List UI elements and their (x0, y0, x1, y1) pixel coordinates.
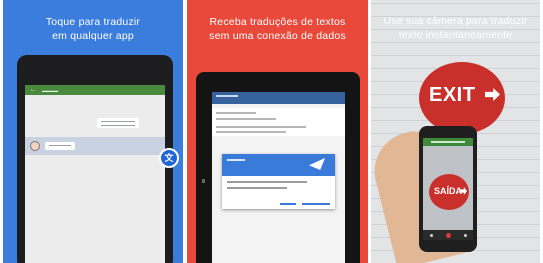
exit-sign: EXIT (419, 62, 505, 134)
arrow-right-icon (485, 88, 500, 101)
translate-icon[interactable]: 文 (159, 148, 179, 168)
chat-app-bar: ← ▬▬▬▬ (25, 85, 165, 95)
avatar (30, 141, 40, 151)
camera-shutter-icon[interactable] (445, 232, 451, 238)
tablet-device: ← ▬▬▬▬ 文 (17, 55, 179, 263)
flash-icon[interactable] (463, 233, 467, 237)
translated-sign-text: SAÍDA (434, 186, 463, 196)
caption-line-1: Receba traduções de textos (209, 16, 346, 28)
gallery-icon[interactable] (429, 233, 433, 237)
panel-camera-translation: Use sua câmera para traduzir texto insta… (371, 0, 540, 263)
dialog-text (227, 187, 287, 189)
translated-sign: SAÍDA (429, 174, 469, 210)
tablet-screen: ← ▬▬▬▬ (25, 85, 165, 263)
phone-device: SAÍDA (419, 126, 477, 252)
contact-name: ▬▬▬▬ (42, 87, 58, 93)
sent-message-bubble (97, 118, 139, 128)
received-message-bubble (45, 142, 75, 150)
exit-sign-text: EXIT (429, 84, 476, 106)
panel-caption: Toque para traduzir em qualquer app (3, 15, 183, 43)
translate-app-bar (212, 92, 345, 104)
dialog-header (222, 154, 335, 176)
panel-caption: Use sua câmera para traduzir texto insta… (371, 14, 540, 42)
dialog-download-button[interactable] (302, 203, 330, 205)
selected-message-row[interactable] (25, 137, 165, 155)
panel-offline-translation: Receba traduções de textos sem uma conex… (187, 0, 368, 263)
caption-line-2: sem uma conexão de dados (209, 30, 346, 42)
promo-strip: Toque para traduzir em qualquer app ← ▬▬… (0, 0, 543, 263)
language-card[interactable] (212, 108, 345, 136)
tablet-screen (212, 92, 345, 263)
tablet-device (196, 72, 360, 263)
hardware-button (202, 179, 205, 183)
dialog-text (227, 181, 307, 183)
caption-line-1: Toque para traduzir (45, 16, 141, 28)
dialog-cancel-button[interactable] (280, 203, 296, 205)
camera-controls (423, 230, 473, 240)
camera-app-bar (423, 138, 473, 146)
caption-line-2: em qualquer app (52, 30, 134, 42)
caption-line-2: texto instantaneamente (398, 29, 513, 41)
airplane-icon (309, 158, 325, 170)
arrow-back-icon: ← (30, 87, 36, 93)
camera-viewfinder: SAÍDA (423, 138, 473, 240)
offline-download-dialog (222, 154, 335, 209)
caption-line-1: Use sua câmera para traduzir (383, 15, 528, 27)
panel-caption: Receba traduções de textos sem uma conex… (187, 15, 368, 43)
panel-tap-to-translate: Toque para traduzir em qualquer app ← ▬▬… (3, 0, 183, 263)
